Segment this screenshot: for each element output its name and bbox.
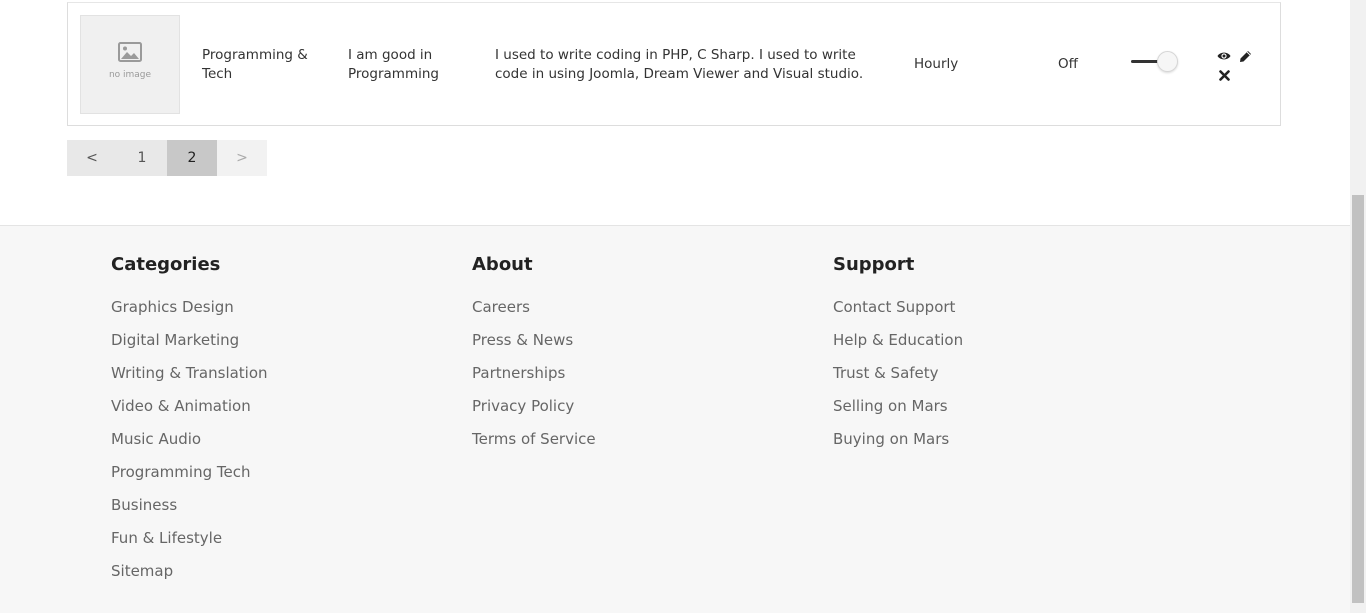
footer-link[interactable]: Careers	[472, 296, 596, 329]
delete-button[interactable]	[1217, 68, 1231, 82]
footer-link[interactable]: Press & News	[472, 329, 596, 362]
footer-link[interactable]: Digital Marketing	[111, 329, 268, 362]
title-cell: I am good in Programming	[348, 47, 439, 82]
status-cell: Off	[1058, 56, 1078, 72]
footer-link[interactable]: Buying on Mars	[833, 428, 963, 461]
footer-link[interactable]: Terms of Service	[472, 428, 596, 461]
vertical-scrollbar[interactable]	[1350, 0, 1366, 613]
thumbnail: no image	[80, 15, 180, 114]
prev-page-button[interactable]: <	[67, 140, 117, 176]
eye-icon	[1217, 52, 1231, 60]
status-toggle[interactable]	[1131, 49, 1181, 73]
page-1-button[interactable]: 1	[117, 140, 167, 176]
footer-link[interactable]: Sitemap	[111, 560, 268, 593]
footer-link[interactable]: Video & Animation	[111, 395, 268, 428]
footer-link[interactable]: Programming Tech	[111, 461, 268, 494]
footer-about-heading: About	[472, 254, 533, 275]
footer-link[interactable]: Privacy Policy	[472, 395, 596, 428]
footer: Categories Graphics Design Digital Marke…	[0, 225, 1350, 613]
pencil-icon	[1239, 50, 1251, 62]
page-2-button[interactable]: 2	[167, 140, 217, 176]
footer-link[interactable]: Writing & Translation	[111, 362, 268, 395]
footer-link[interactable]: Fun & Lifestyle	[111, 527, 268, 560]
table-row: no image Programming & Tech I am good in…	[67, 2, 1281, 126]
toggle-knob[interactable]	[1157, 51, 1178, 72]
footer-link[interactable]: Partnerships	[472, 362, 596, 395]
image-placeholder-icon	[118, 41, 142, 62]
footer-link[interactable]: Selling on Mars	[833, 395, 963, 428]
page: no image Programming & Tech I am good in…	[0, 0, 1350, 613]
pricing-type-cell: Hourly	[914, 56, 959, 72]
edit-button[interactable]	[1238, 49, 1252, 63]
pagination: < 1 2 >	[67, 140, 267, 176]
close-icon	[1218, 69, 1230, 81]
view-button[interactable]	[1217, 49, 1231, 63]
footer-link[interactable]: Graphics Design	[111, 296, 268, 329]
footer-link[interactable]: Contact Support	[833, 296, 963, 329]
footer-link[interactable]: Trust & Safety	[833, 362, 963, 395]
footer-link[interactable]: Help & Education	[833, 329, 963, 362]
footer-support-heading: Support	[833, 254, 915, 275]
footer-link[interactable]: Business	[111, 494, 268, 527]
no-image-text: no image	[108, 69, 152, 80]
footer-categories-heading: Categories	[111, 254, 221, 275]
scrollbar-thumb[interactable]	[1352, 195, 1364, 603]
category-cell: Programming & Tech	[202, 47, 308, 82]
next-page-button: >	[217, 140, 267, 176]
description-cell: I used to write coding in PHP, C Sharp. …	[495, 47, 864, 82]
footer-link[interactable]: Music Audio	[111, 428, 268, 461]
